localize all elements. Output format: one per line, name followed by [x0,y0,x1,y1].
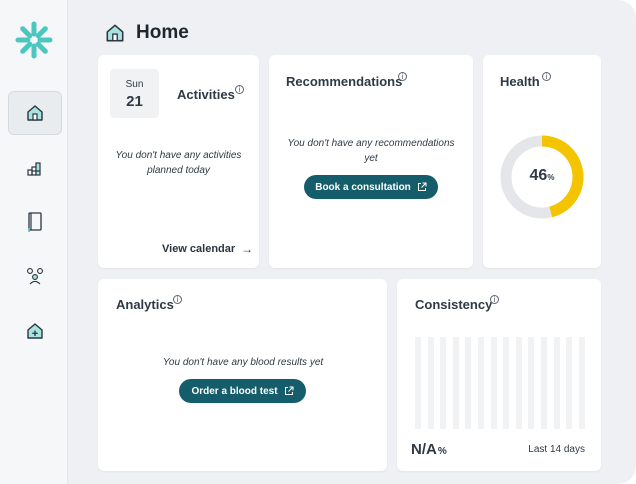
people-icon [27,268,43,285]
book-consultation-label: Book a consultation [315,181,411,193]
consistency-day-bar [541,337,548,429]
recommendations-card: Recommendations i You don't have any rec… [269,55,473,268]
consistency-day-bar [415,337,421,429]
analytics-title: Analytics [116,297,174,312]
consistency-title: Consistency [415,297,493,312]
view-calendar-link[interactable]: View calendar → [162,242,253,256]
bars-grid-icon [27,162,41,176]
sidebar-item-team[interactable] [8,254,62,298]
recommendations-title: Recommendations [286,74,403,89]
consistency-day-bar [566,337,573,429]
app-frame: Home Sun 21 Activities i You don't have … [0,0,636,484]
book-consultation-button[interactable]: Book a consultation [304,175,438,199]
consistency-value: N/A% [411,441,447,458]
analytics-card: Analytics i You don't have any blood res… [98,279,387,471]
sidebar-item-journal[interactable] [8,200,62,244]
arrow-right-icon: → [241,242,254,256]
consistency-value-unit: % [437,446,447,457]
page-title: Home [136,22,189,43]
info-icon[interactable]: i [542,72,551,81]
home-icon [106,24,124,42]
consistency-day-bar [578,337,585,429]
external-link-icon [417,182,427,191]
recommendations-empty-text: You don't have any recommendations yet [287,138,455,164]
consistency-day-bar [490,337,497,429]
order-blood-test-label: Order a blood test [191,385,278,397]
consistency-period: Last 14 days [528,444,585,455]
consistency-bar-chart [415,337,585,429]
page-header: Home [104,20,189,46]
health-card: Health i 46% [483,55,601,268]
analytics-empty-text: You don't have any blood results yet [162,357,324,368]
view-calendar-label: View calendar [162,243,236,255]
consistency-day-bar [503,337,510,429]
consistency-day-bar [528,337,535,429]
consistency-day-bar [478,337,485,429]
consistency-day-bar [553,337,560,429]
sidebar-item-clinic[interactable] [8,309,62,353]
health-value-number: 46 [529,167,548,184]
health-value: 46% [498,167,586,185]
consistency-day-bar [515,337,522,429]
consistency-day-bar [427,337,434,429]
consistency-value-number: N/A [411,441,437,458]
sidebar [0,0,68,484]
sidebar-item-activities[interactable] [8,146,62,190]
order-blood-test-button[interactable]: Order a blood test [179,379,306,403]
medical-house-icon [27,323,43,339]
info-icon[interactable]: i [490,295,499,304]
consistency-card: Consistency i N/A% Last 14 days [397,279,601,471]
date-day-of-week: Sun [125,79,144,90]
notebook-icon [28,212,42,232]
external-link-icon [284,386,294,395]
info-icon[interactable]: i [173,295,182,304]
activities-card: Sun 21 Activities i You don't have any a… [98,55,259,268]
info-icon[interactable]: i [235,85,244,94]
activities-empty-text: You don't have any activities planned to… [115,150,242,176]
consistency-day-bar [440,337,447,429]
consistency-day-bar [465,337,472,429]
consistency-day-bar [452,337,459,429]
logo-icon [15,21,53,59]
activities-title: Activities [177,87,235,102]
health-title: Health [500,74,540,89]
health-value-unit: % [547,173,555,182]
date-badge: Sun 21 [110,69,159,118]
info-icon[interactable]: i [398,72,407,81]
home-icon [27,105,43,121]
sidebar-item-home[interactable] [8,91,62,135]
date-day: 21 [126,93,143,110]
